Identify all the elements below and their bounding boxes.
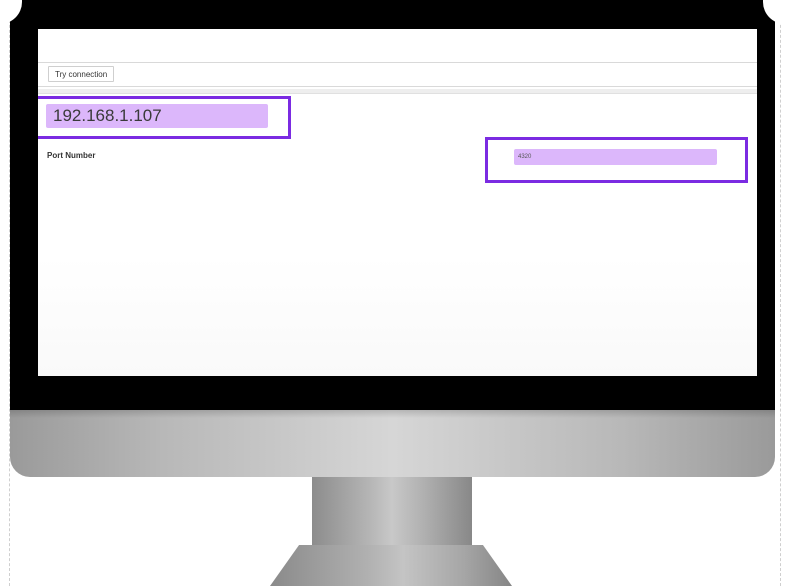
try-connection-button[interactable]: Try connection: [48, 66, 115, 82]
monitor-base: [270, 545, 512, 586]
monitor-chin: [10, 410, 775, 477]
bezel-corner-left: [0, 0, 22, 24]
toolbar-separator: [38, 89, 757, 94]
screen-reflection: [38, 256, 757, 376]
right-guide-line: [780, 0, 781, 586]
port-number-label: Port Number: [47, 151, 96, 160]
bezel-corner-right: [763, 0, 790, 24]
toolbar: Try connection: [38, 62, 757, 87]
port-number-input[interactable]: [514, 149, 717, 165]
monitor-screen: Try connection Port Number: [38, 29, 757, 376]
ip-address-input[interactable]: [46, 104, 268, 128]
monitor-bezel: Try connection Port Number: [0, 0, 790, 412]
